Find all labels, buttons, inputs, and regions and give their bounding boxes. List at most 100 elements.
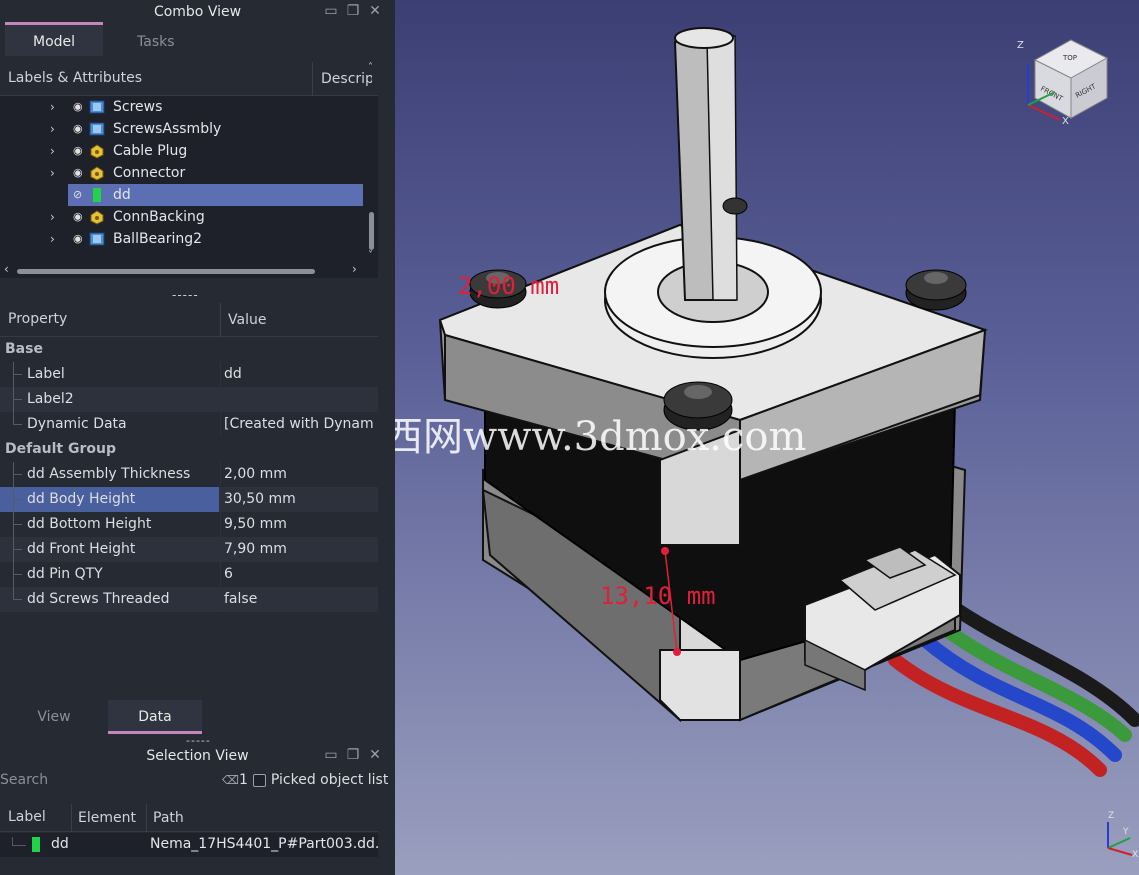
float-icon[interactable]: ▭	[323, 3, 339, 19]
tree-item[interactable]: › ◉ Screws	[0, 96, 378, 118]
part-icon	[89, 231, 105, 247]
tab-model[interactable]: Model	[5, 22, 104, 56]
scroll-up-icon[interactable]: ˄	[368, 62, 373, 73]
property-column-header[interactable]: Property	[8, 311, 67, 327]
property-row-label[interactable]: Label dd	[0, 362, 378, 387]
svg-text:Z: Z	[1108, 811, 1114, 821]
chevron-right-icon[interactable]: ›	[50, 162, 55, 184]
tree-item[interactable]: › ◉ BallBearing2	[0, 228, 378, 250]
float-icon[interactable]: ▭	[323, 747, 339, 763]
visibility-eye-icon[interactable]: ◉	[73, 118, 83, 140]
combo-view-tabs: Model Tasks	[5, 22, 209, 56]
tree-item-label: Cable Plug	[113, 143, 188, 159]
scroll-thumb-horizontal[interactable]	[17, 269, 315, 274]
navcube-top-face[interactable]: TOP	[1062, 54, 1077, 62]
property-row-body-height[interactable]: dd Body Height 30,50 mm	[0, 487, 378, 512]
tree-header: Labels & Attributes Descripti	[0, 62, 378, 96]
property-row-front-height[interactable]: dd Front Height 7,90 mm	[0, 537, 378, 562]
model-tree: › ◉ Screws › ◉ ScrewsAssmbly › ◉ Cable Plug › ◉ Con…	[0, 96, 378, 264]
tree-item[interactable]: › ◉ Connector	[0, 162, 378, 184]
property-row-label2[interactable]: Label2	[0, 387, 378, 412]
svg-text:X: X	[1132, 850, 1138, 860]
chevron-right-icon[interactable]: ›	[50, 228, 55, 250]
navigation-cube[interactable]: TOP FRONT RIGHT Z X	[1017, 39, 1109, 127]
property-group-base[interactable]: Base	[0, 337, 378, 362]
chevron-right-icon[interactable]: ›	[50, 206, 55, 228]
visibility-eye-icon[interactable]: ◉	[73, 140, 83, 162]
visibility-eye-icon[interactable]: ◉	[73, 228, 83, 250]
tree-header-description[interactable]: Descripti	[312, 62, 372, 96]
selection-label: dd	[51, 836, 69, 852]
property-group-default[interactable]: Default Group	[0, 437, 378, 462]
tab-view[interactable]: View	[0, 700, 108, 734]
dimension-label-front[interactable]: 13,10 mm	[600, 582, 716, 610]
tree-vertical-scrollbar[interactable]: ˄ ˅	[366, 62, 378, 264]
part-icon	[89, 121, 105, 137]
restore-icon[interactable]: ❐	[345, 747, 361, 763]
chevron-right-icon[interactable]: ›	[50, 118, 55, 140]
property-row-pin-qty[interactable]: dd Pin QTY 6	[0, 562, 378, 587]
property-row-bottom-height[interactable]: dd Bottom Height 9,50 mm	[0, 512, 378, 537]
tree-item-label: Screws	[113, 99, 163, 115]
bottom-tabs: View Data	[0, 700, 202, 734]
svg-text:Y: Y	[1122, 827, 1129, 837]
screw-back	[722, 197, 748, 215]
tree-item[interactable]: › ◉ Cable Plug	[0, 140, 378, 162]
hidden-eye-icon[interactable]: ⊘	[73, 184, 82, 206]
restore-icon[interactable]: ❐	[345, 3, 361, 19]
property-row-assembly-thickness[interactable]: dd Assembly Thickness 2,00 mm	[0, 462, 378, 487]
tree-item-label: ConnBacking	[113, 209, 205, 225]
tree-item[interactable]: ⊘ dd	[0, 184, 378, 206]
link-icon	[89, 143, 105, 159]
close-icon[interactable]: ✕	[367, 747, 383, 763]
tree-header-labels[interactable]: Labels & Attributes	[8, 70, 142, 86]
combo-view-dock-buttons: ▭ ❐ ✕	[323, 3, 383, 19]
scroll-left-icon[interactable]: ‹	[4, 262, 9, 276]
close-icon[interactable]: ✕	[367, 3, 383, 19]
tree-item-label: ScrewsAssmbly	[113, 121, 222, 137]
value-column-header[interactable]: Value	[220, 303, 266, 337]
link-icon	[89, 165, 105, 181]
column-path[interactable]: Path	[146, 804, 184, 832]
3d-scene[interactable]: 2,00 mm 13,10 mm 莫西网www.3dmox.com TOP FR…	[395, 0, 1139, 875]
property-header: Property Value	[0, 303, 378, 337]
tree-horizontal-scrollbar[interactable]: ‹ ›	[0, 262, 378, 278]
selection-row[interactable]: dd Nema_17HS4401_P#Part003.dd.	[0, 833, 380, 857]
picked-object-toggle[interactable]: ⌫ 1 Picked object list	[222, 772, 388, 788]
3d-viewport[interactable]: 2,00 mm 13,10 mm 莫西网www.3dmox.com TOP FR…	[395, 0, 1139, 875]
property-row-dynamic-data[interactable]: Dynamic Data [Created with Dynam	[0, 412, 378, 437]
chevron-right-icon[interactable]: ›	[50, 96, 55, 118]
scroll-thumb[interactable]	[369, 212, 374, 250]
splitter-handle[interactable]: -----	[172, 288, 199, 302]
axis-triad: Z Y X	[1107, 811, 1138, 860]
selection-columns: Label Element Path	[0, 804, 378, 832]
part-icon	[89, 99, 105, 115]
chevron-right-icon[interactable]: ›	[50, 140, 55, 162]
picked-checkbox[interactable]	[252, 773, 266, 787]
visibility-eye-icon[interactable]: ◉	[73, 162, 83, 184]
property-row-screws-threaded[interactable]: dd Screws Threaded false	[0, 587, 378, 612]
scroll-down-icon[interactable]: ˅	[368, 250, 373, 261]
tree-item[interactable]: › ◉ ScrewsAssmbly	[0, 118, 378, 140]
picked-label: Picked object list	[270, 772, 389, 788]
selection-path: Nema_17HS4401_P#Part003.dd.	[150, 836, 380, 852]
column-label[interactable]: Label	[8, 809, 46, 825]
tree-item[interactable]: › ◉ ConnBacking	[0, 206, 378, 228]
search-input[interactable]: Search	[0, 772, 48, 788]
visibility-eye-icon[interactable]: ◉	[73, 206, 83, 228]
dimension-label-thickness[interactable]: 2,00 mm	[458, 272, 559, 300]
combo-view-panel: Combo View ▭ ❐ ✕ Model Tasks Labels & At…	[0, 0, 395, 875]
clear-icon[interactable]: ⌫	[222, 773, 239, 787]
cable-green	[933, 618, 1132, 742]
tab-data[interactable]: Data	[108, 700, 202, 734]
visibility-eye-icon[interactable]: ◉	[73, 96, 83, 118]
selection-view-dock-buttons: ▭ ❐ ✕	[323, 747, 383, 763]
tab-tasks[interactable]: Tasks	[103, 22, 209, 56]
property-editor: Base Label dd Label2 Dynamic Data [Created…	[0, 337, 378, 693]
link-icon	[89, 209, 105, 225]
scroll-right-icon[interactable]: ›	[352, 262, 357, 276]
column-element[interactable]: Element	[71, 804, 136, 832]
green-body-icon	[89, 187, 105, 203]
tree-item-label: BallBearing2	[113, 231, 203, 247]
tree-item-label: Connector	[113, 165, 186, 181]
